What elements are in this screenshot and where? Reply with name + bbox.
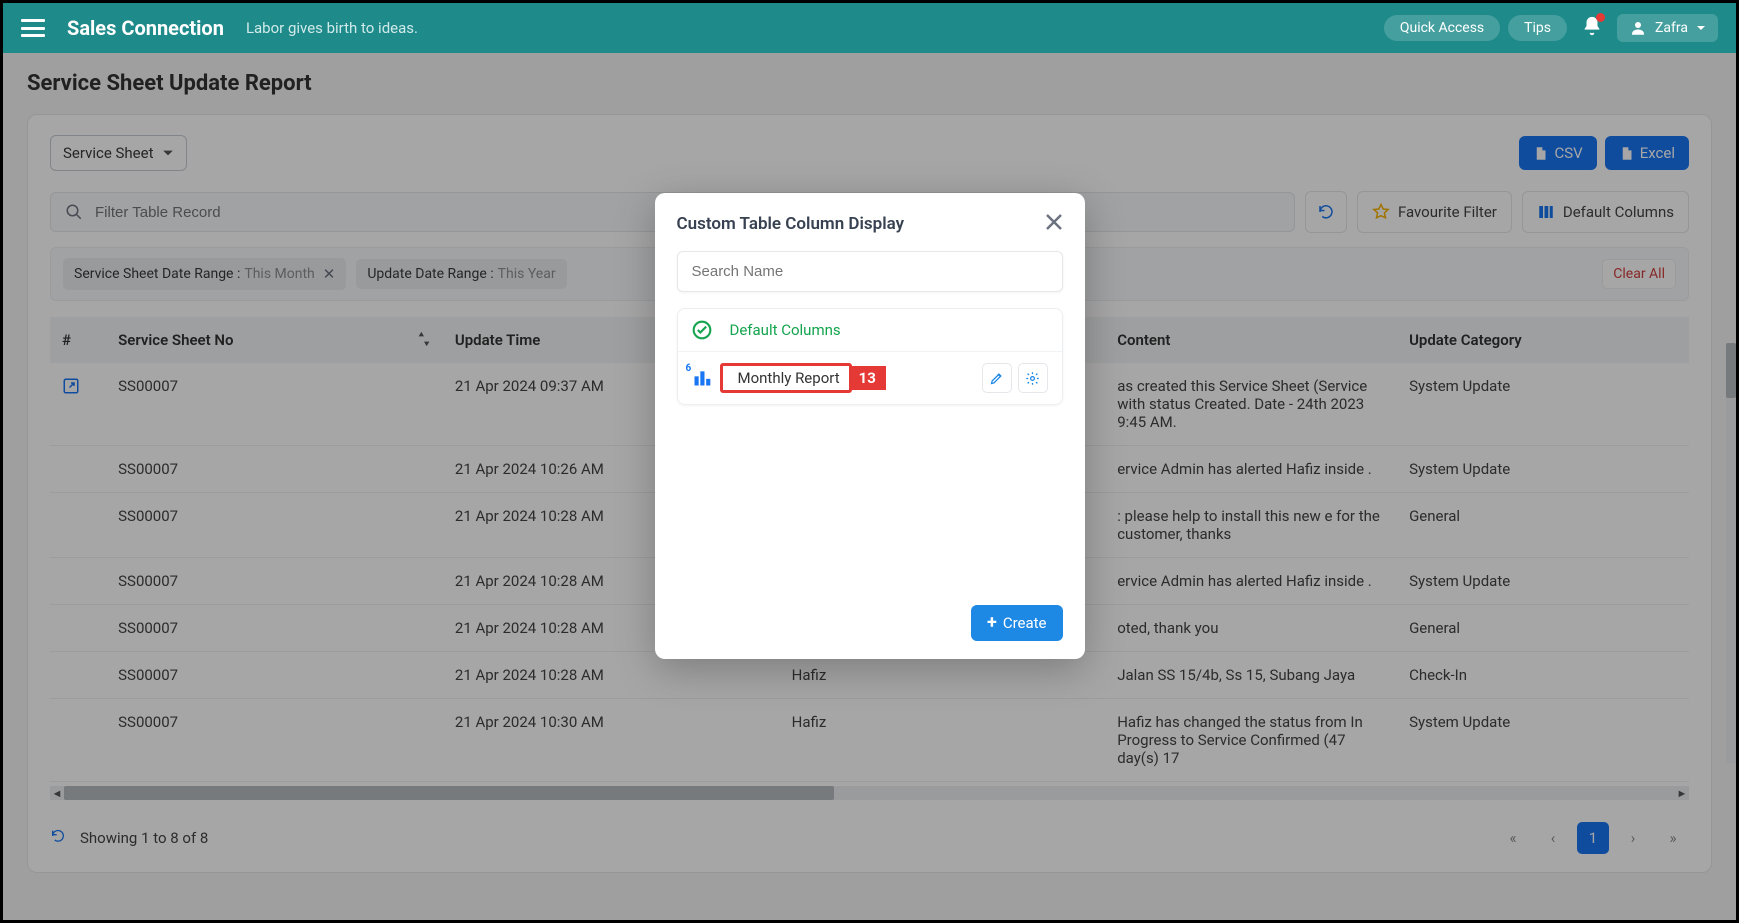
notifications-button[interactable]: [1581, 15, 1603, 41]
create-button[interactable]: + Create: [971, 605, 1063, 641]
column-prefs-list: Default Columns 6 Monthly Report 13: [677, 308, 1063, 405]
pref-monthly-report[interactable]: 6 Monthly Report 13: [678, 351, 1062, 404]
quick-access-button[interactable]: Quick Access: [1384, 15, 1500, 41]
bar-chart-icon: 6: [692, 368, 712, 388]
tagline: Labor gives birth to ideas.: [246, 19, 418, 37]
topbar: Sales Connection Labor gives birth to id…: [3, 3, 1736, 53]
settings-pref-button[interactable]: [1018, 363, 1048, 393]
annotation-highlight: Monthly Report: [720, 363, 852, 393]
modal-close-button[interactable]: [1045, 213, 1063, 235]
brand-title: Sales Connection: [67, 16, 224, 40]
custom-columns-modal: Custom Table Column Display Default Colu…: [655, 193, 1085, 659]
modal-title: Custom Table Column Display: [677, 214, 905, 234]
avatar-icon: [1629, 19, 1647, 37]
hamburger-menu-icon[interactable]: [21, 19, 45, 37]
tips-button[interactable]: Tips: [1508, 15, 1567, 41]
pencil-icon: [989, 371, 1004, 386]
chevron-down-icon: [1696, 23, 1706, 33]
user-name: Zafra: [1655, 20, 1688, 36]
user-menu[interactable]: Zafra: [1617, 14, 1718, 42]
annotation-badge: 13: [849, 366, 886, 390]
pref-default-columns[interactable]: Default Columns: [678, 309, 1062, 351]
plus-icon: +: [987, 614, 997, 632]
notification-dot: [1596, 13, 1605, 22]
edit-pref-button[interactable]: [982, 363, 1012, 393]
modal-search-input[interactable]: [677, 251, 1063, 292]
check-circle-icon: [692, 320, 712, 340]
close-icon: [1045, 213, 1063, 231]
gear-icon: [1025, 371, 1040, 386]
